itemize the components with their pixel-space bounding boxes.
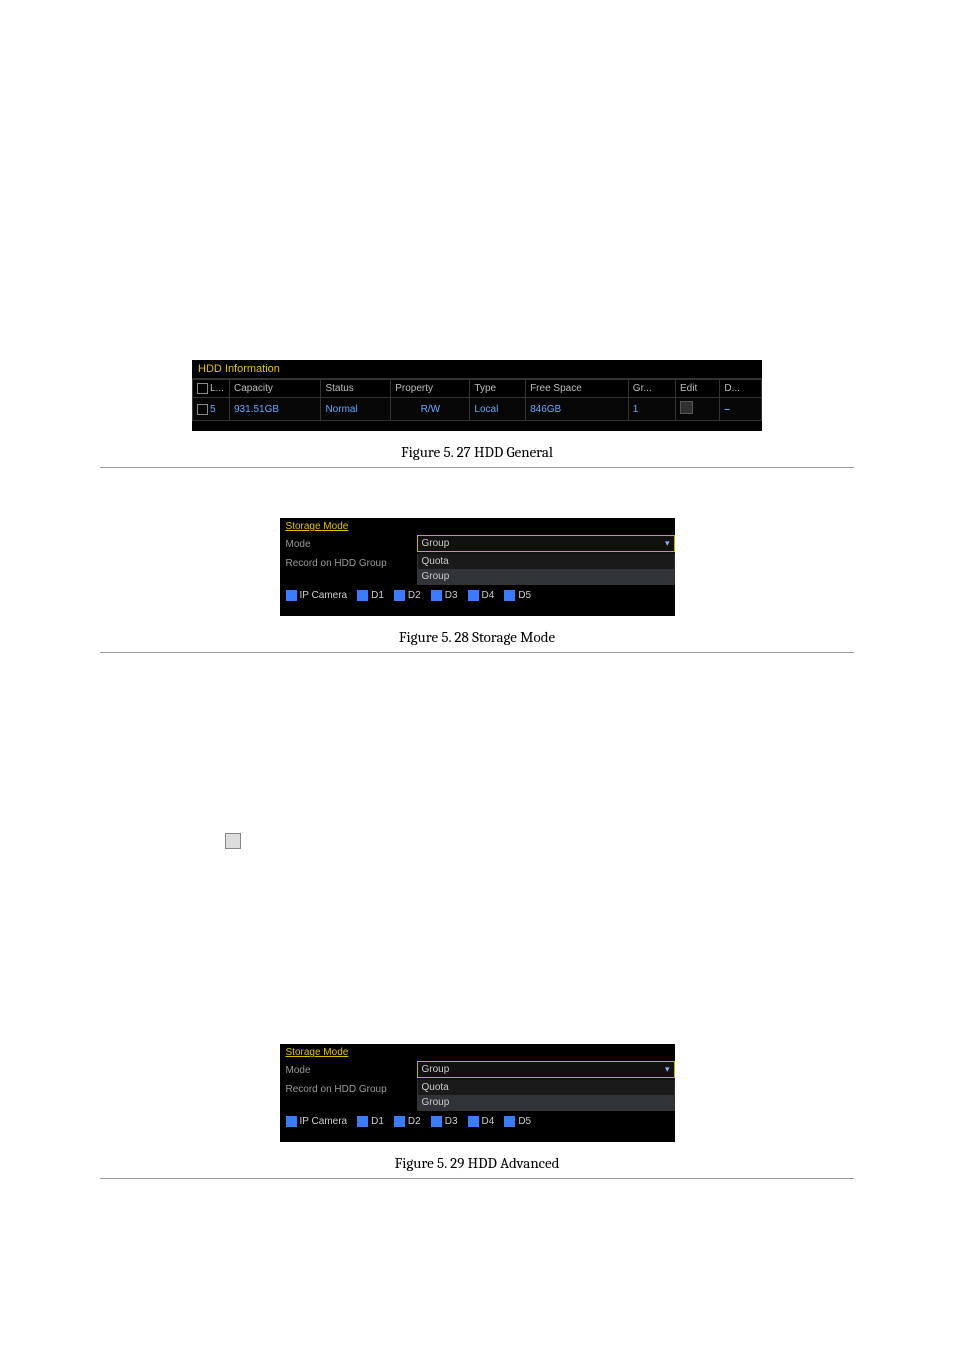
edit-icon [225,833,241,849]
table-row[interactable]: 5 931.51GB Normal R/W Local 846GB 1 – [193,398,762,421]
checkbox-icon[interactable] [286,1116,297,1127]
checkbox-icon[interactable] [394,590,405,601]
divider [100,1178,854,1179]
mode-label: Mode [280,1061,417,1080]
checkbox-icon[interactable] [504,590,515,601]
hdd-table: L... Capacity Status Property Type Free … [192,379,762,421]
storage-mode-panel: Storage Mode Mode Group ▾ Record on HDD … [280,518,675,616]
panel-title: HDD Information [192,360,762,379]
checkbox-icon[interactable] [431,1116,442,1127]
record-group-label: Record on HDD Group [280,1080,417,1111]
checkbox-icon[interactable] [431,590,442,601]
mode-select[interactable]: Group ▾ [417,1061,675,1078]
checkbox-icon[interactable] [357,1116,368,1127]
storage-mode-panel: Storage Mode Mode Group ▾ Record on HDD … [280,1044,675,1142]
panel-title: Storage Mode [280,1044,675,1061]
camera-row: IP Camera D1 D2 D3 D4 D5 [280,585,675,606]
mode-label: Mode [280,535,417,554]
figure-caption: Figure 5. 27 HDD General [100,443,854,461]
chevron-down-icon: ▾ [665,538,670,549]
checkbox-icon[interactable] [468,590,479,601]
hdd-information-panel: HDD Information L... Capacity Status Pro… [192,360,762,431]
divider [100,652,854,653]
figure-caption: Figure 5. 29 HDD Advanced [100,1154,854,1172]
mode-dropdown-list[interactable]: Quota Group [417,1080,675,1111]
dropdown-option[interactable]: Group [418,569,674,584]
checkbox-icon[interactable] [504,1116,515,1127]
camera-row: IP Camera D1 D2 D3 D4 D5 [280,1111,675,1132]
figure-caption: Figure 5. 28 Storage Mode [100,628,854,646]
dropdown-option[interactable]: Quota [418,554,674,569]
checkbox-icon[interactable] [197,383,208,394]
table-header-row: L... Capacity Status Property Type Free … [193,380,762,398]
record-group-label: Record on HDD Group [280,554,417,585]
edit-icon[interactable] [680,401,693,414]
dropdown-option[interactable]: Group [418,1095,674,1110]
dropdown-option[interactable]: Quota [418,1080,674,1095]
divider [100,467,854,468]
checkbox-icon[interactable] [357,590,368,601]
checkbox-icon[interactable] [394,1116,405,1127]
checkbox-icon[interactable] [468,1116,479,1127]
mode-select[interactable]: Group ▾ [417,535,675,552]
checkbox-icon[interactable] [286,590,297,601]
chevron-down-icon: ▾ [665,1064,670,1075]
checkbox-icon[interactable] [197,404,208,415]
panel-title: Storage Mode [280,518,675,535]
mode-dropdown-list[interactable]: Quota Group [417,554,675,585]
delete-icon[interactable]: – [724,404,730,415]
